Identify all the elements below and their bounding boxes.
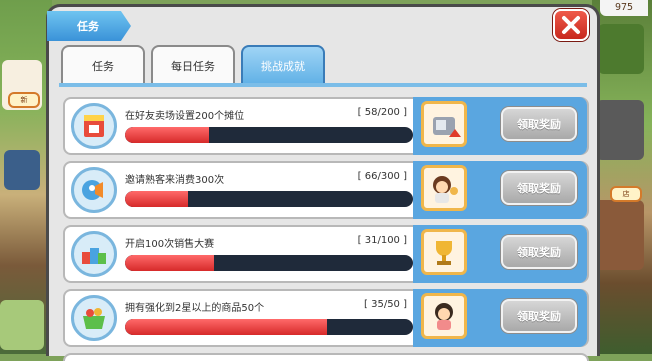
megaphone-icon [71, 167, 117, 213]
achievement-name: 在好友卖场设置200个摊位 [125, 111, 245, 122]
tab-underline [59, 83, 587, 87]
progress-fill [125, 319, 327, 335]
progress-fill [125, 191, 189, 207]
reward-trophy-icon [421, 229, 467, 275]
achievement-count: [ 66/300 ] [357, 171, 407, 182]
achievement-row-partial [63, 353, 589, 361]
progress-bar [125, 191, 413, 207]
claim-reward-button[interactable]: 领取奖励 [501, 235, 577, 269]
achievement-count: [ 31/100 ] [357, 235, 407, 246]
tab-tasks[interactable]: 任务 [61, 45, 145, 85]
progress-fill [125, 127, 209, 143]
bg-tree [598, 24, 644, 74]
reward-panel: 领取奖励 [413, 225, 587, 283]
bg-building [4, 150, 40, 190]
tab-daily-tasks[interactable]: 每日任务 [151, 45, 235, 85]
achievement-row: 邀请熟客来消费300次 [ 66/300 ] 领取奖励 [63, 161, 589, 219]
tab-challenge-achievements[interactable]: 挑战成就 [241, 45, 325, 85]
claim-reward-button[interactable]: 领取奖励 [501, 299, 577, 333]
progress-bar [125, 319, 413, 335]
basket-icon [71, 295, 117, 341]
achievement-panel: 任务 任务 每日任务 挑战成就 在好友卖场设置200个摊位 [ 58/200 ]… [46, 4, 600, 361]
close-button[interactable] [553, 9, 589, 41]
background-scene-right [592, 0, 652, 354]
bg-label-chip: 店 [610, 186, 642, 202]
bg-lawn [0, 300, 44, 350]
progress-bar [125, 255, 413, 271]
bg-label-chip: 新 [8, 92, 40, 108]
window-title: 任务 [47, 11, 131, 41]
achievement-row: 开启100次销售大赛 [ 31/100 ] 领取奖励 [63, 225, 589, 283]
reward-panel: 领取奖励 [413, 161, 587, 219]
achievement-name: 开启100次销售大赛 [125, 239, 215, 250]
reward-girl-icon [421, 293, 467, 339]
bg-machine [596, 100, 644, 160]
reward-panel: 领取奖励 [413, 97, 587, 155]
background-scene-left [0, 0, 52, 354]
stall-icon [71, 103, 117, 149]
claim-reward-button[interactable]: 领取奖励 [501, 107, 577, 141]
reward-panel: 领取奖励 [413, 289, 587, 347]
progress-bar [125, 127, 413, 143]
achievement-count: [ 35/50 ] [364, 299, 407, 310]
resource-counter: 975 [600, 0, 648, 16]
achievement-row: 在好友卖场设置200个摊位 [ 58/200 ] 领取奖励 [63, 97, 589, 155]
progress-fill [125, 255, 215, 271]
claim-reward-button[interactable]: 领取奖励 [501, 171, 577, 205]
reward-character-icon [421, 165, 467, 211]
achievement-name: 邀请熟客来消费300次 [125, 175, 225, 186]
achievement-name: 拥有强化到2星以上的商品50个 [125, 303, 265, 314]
reward-appliance-icon [421, 101, 467, 147]
close-icon [562, 16, 580, 34]
achievement-count: [ 58/200 ] [357, 107, 407, 118]
bg-stall [594, 200, 644, 270]
blocks-icon [71, 231, 117, 277]
achievement-row: 拥有强化到2星以上的商品50个 [ 35/50 ] 领取奖励 [63, 289, 589, 347]
